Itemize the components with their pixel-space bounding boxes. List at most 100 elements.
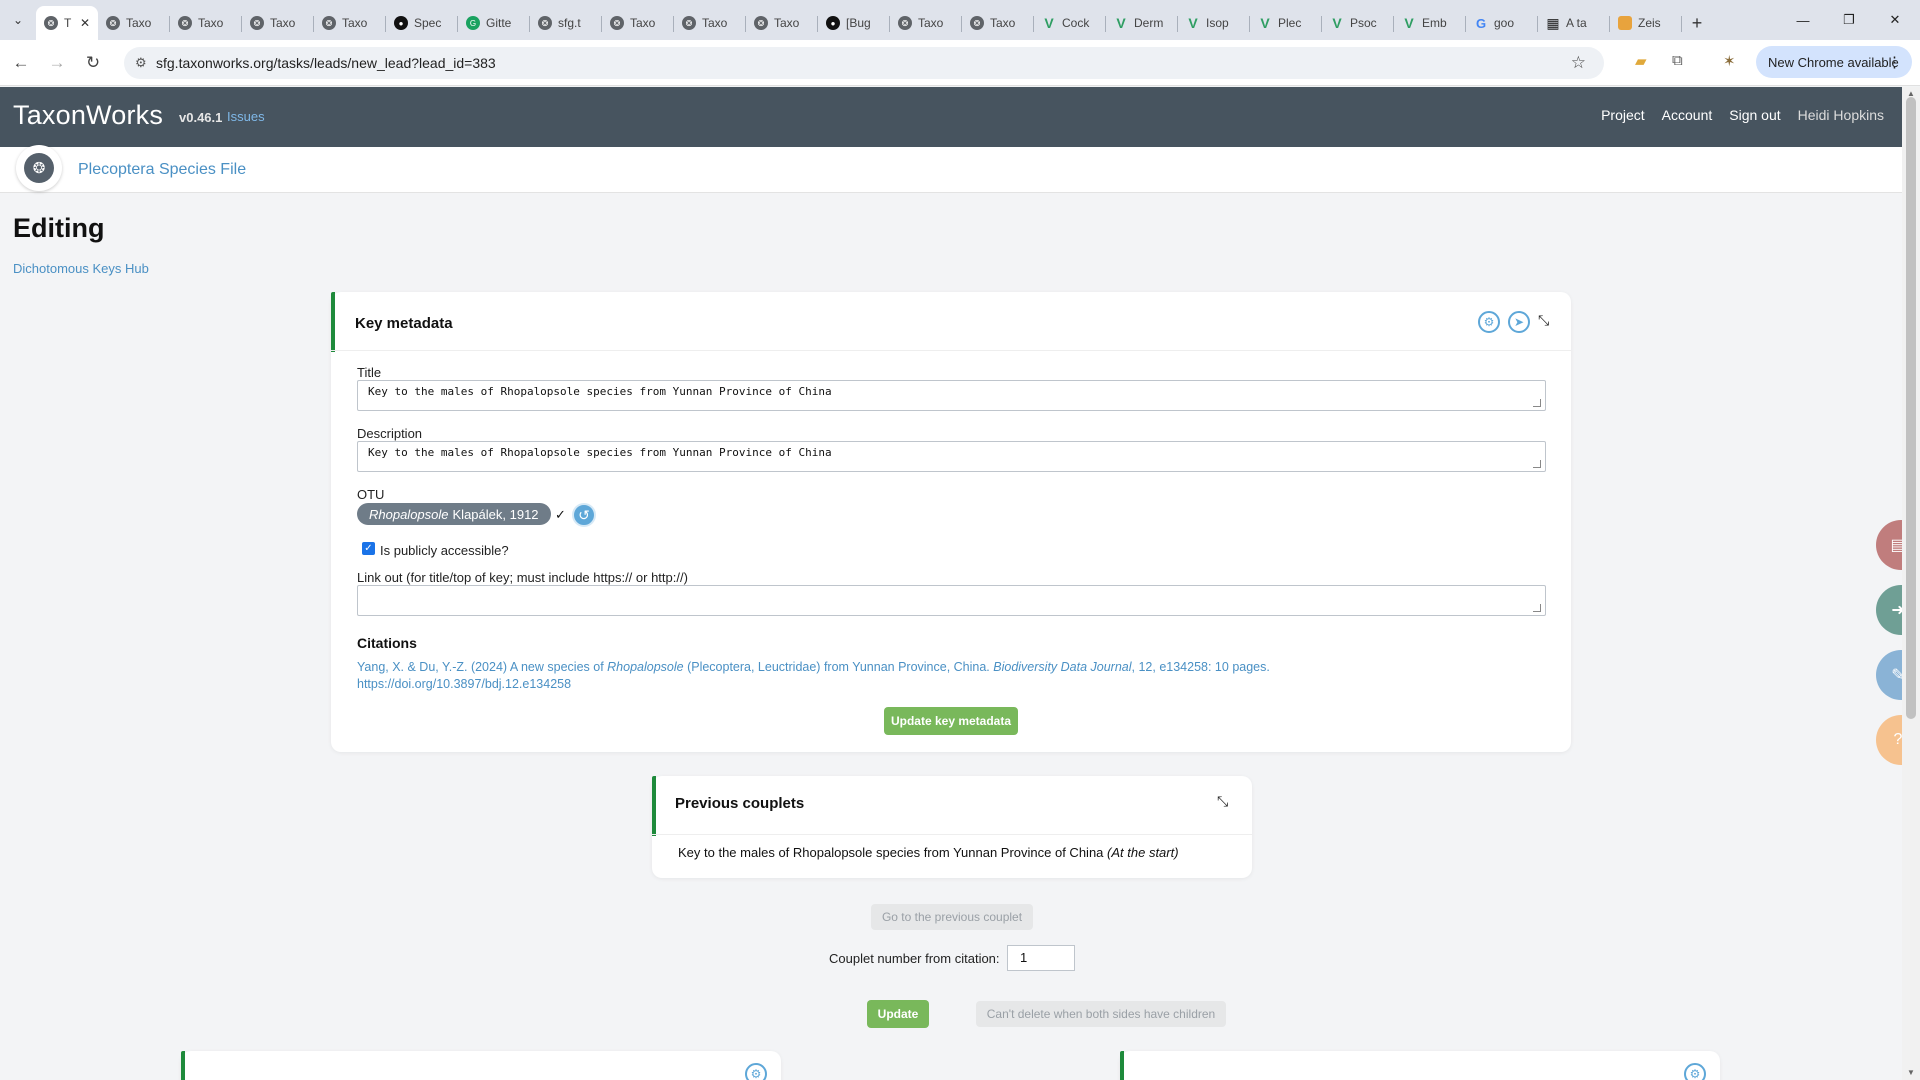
side-tab-clipboard[interactable]: ▤ — [1876, 520, 1902, 570]
go-previous-couplet-button[interactable]: Go to the previous couplet — [871, 904, 1033, 930]
update-key-metadata-button[interactable]: Update key metadata — [884, 707, 1018, 735]
reload-icon[interactable]: ↻ — [78, 48, 108, 78]
left-couplet-card: ⚙ — [181, 1051, 781, 1080]
browser-tab[interactable]: ❂ Taxo — [674, 6, 746, 40]
restore-icon[interactable]: ❐ — [1826, 0, 1872, 40]
browser-tab[interactable]: V Cock — [1034, 6, 1106, 40]
profile-extension-icon[interactable]: ✶ — [1723, 52, 1736, 70]
site-info-icon[interactable]: ⚙ — [135, 55, 147, 71]
citation-link[interactable]: Yang, X. & Du, Y.-Z. (2024) A new specie… — [357, 659, 1537, 693]
radial-annotator-icon[interactable]: ⚙ — [1684, 1063, 1706, 1080]
description-label: Description — [357, 426, 423, 441]
nav-sign-out[interactable]: Sign out — [1729, 107, 1780, 123]
folder-icon[interactable]: ▰ — [1635, 52, 1647, 70]
taxonworks-icon: ❂ — [178, 16, 192, 30]
update-button[interactable]: Update — [867, 1000, 929, 1028]
taxonworks-icon: ❂ — [754, 16, 768, 30]
description-field[interactable]: Key to the males of Rhopalopsole species… — [357, 441, 1546, 472]
public-checkbox[interactable]: ✓ — [362, 542, 375, 555]
browser-tab[interactable]: G Gitte — [458, 6, 530, 40]
browser-tab[interactable]: ❂ Taxo — [746, 6, 818, 40]
previous-couplet-item[interactable]: Key to the males of Rhopalopsole species… — [678, 845, 1179, 860]
collapse-icon[interactable]: ⤡ — [1538, 312, 1549, 329]
browser-tab[interactable]: ● Spec — [386, 6, 458, 40]
resize-handle-icon[interactable] — [1533, 399, 1541, 407]
browser-tab[interactable]: ❂ Taxo — [962, 6, 1034, 40]
citation-genus: Rhopalopsole — [607, 660, 684, 674]
github-icon: ● — [394, 16, 408, 30]
otu-tag[interactable]: Rhopalopsole Klapálek, 1912 — [357, 503, 551, 525]
browser-tab[interactable]: V Isop — [1178, 6, 1250, 40]
browser-tab[interactable]: Zeis — [1610, 6, 1682, 40]
browser-tab[interactable]: ❂ T ✕ — [36, 6, 98, 40]
tab-search-icon[interactable]: ⌄ — [0, 0, 36, 40]
side-tab-pin[interactable]: ➜ — [1876, 585, 1902, 635]
new-tab-button[interactable]: + — [1682, 6, 1712, 40]
couplet-number-input[interactable]: 1 — [1007, 945, 1075, 971]
title-field[interactable]: Key to the males of Rhopalopsole species… — [357, 380, 1546, 411]
v-icon: V — [1260, 15, 1270, 31]
more-menu-icon[interactable]: ⋮ — [1887, 53, 1902, 71]
citation-title: (Plecoptera, Leuctridae) from Yunnan Pro… — [683, 660, 994, 674]
new-chrome-available-button[interactable]: New Chrome available ⋮ — [1756, 46, 1912, 78]
nav-account[interactable]: Account — [1662, 107, 1713, 123]
minimize-icon[interactable]: — — [1780, 0, 1826, 40]
delete-button[interactable]: Can't delete when both sides have childr… — [976, 1001, 1226, 1027]
forward-icon[interactable]: → — [42, 48, 72, 78]
scroll-down-icon[interactable]: ▼ — [1907, 1068, 1915, 1077]
side-tab-link[interactable]: ✎ — [1876, 650, 1902, 700]
browser-tab[interactable]: Ggoo — [1466, 6, 1538, 40]
browser-tab[interactable]: ▦ A ta — [1538, 6, 1610, 40]
tab-label: T — [64, 16, 72, 30]
radial-annotator-icon[interactable]: ⚙ — [745, 1063, 767, 1080]
browser-tab[interactable]: ❂ Taxo — [98, 6, 170, 40]
right-couplet-card: ⚙ — [1120, 1051, 1720, 1080]
back-icon[interactable]: ← — [6, 48, 36, 78]
radial-annotator-icon[interactable]: ⚙ — [1478, 311, 1500, 333]
otu-author: Klapálek, 1912 — [452, 506, 539, 522]
tab-label: Cock — [1062, 16, 1090, 30]
collapse-icon[interactable]: ⤡ — [1217, 793, 1228, 810]
resize-handle-icon[interactable] — [1533, 460, 1541, 468]
scroll-thumb[interactable] — [1906, 97, 1916, 719]
tab-label: goo — [1494, 16, 1515, 30]
tab-label: Spec — [414, 16, 442, 30]
nav-project[interactable]: Project — [1601, 107, 1645, 123]
browser-tab[interactable]: V Derm — [1106, 6, 1178, 40]
browser-tab[interactable]: ❂ Taxo — [242, 6, 314, 40]
project-name[interactable]: Plecoptera Species File — [78, 161, 246, 179]
browser-tab-strip: ⌄ ❂ T ✕ ❂ Taxo ❂ Taxo ❂ Taxo ❂ Taxo ● Spec G Gitte ❂ sfg… — [0, 0, 1920, 40]
dichotomous-keys-hub-link[interactable]: Dichotomous Keys Hub — [13, 261, 149, 276]
citation-journal: Biodiversity Data Journal — [993, 660, 1132, 674]
otu-label: OTU — [357, 487, 385, 502]
clipboard-icon: ▤ — [1890, 537, 1902, 554]
resize-handle-icon[interactable] — [1533, 604, 1541, 612]
browser-tab[interactable]: ❂ Taxo — [170, 6, 242, 40]
browser-tab[interactable]: ❂ Taxo — [314, 6, 386, 40]
taxonworks-icon: ❂ — [682, 16, 696, 30]
browser-tab[interactable]: ❂ sfg.t — [530, 6, 602, 40]
browser-tab[interactable]: ● [Bug — [818, 6, 890, 40]
browser-tab[interactable]: V Psoc — [1322, 6, 1394, 40]
side-tab-help[interactable]: ? — [1876, 715, 1902, 765]
tab-close-icon[interactable]: ✕ — [80, 16, 90, 30]
browser-tab[interactable]: ❂ Taxo — [602, 6, 674, 40]
citation-doi[interactable]: https://doi.org/10.3897/bdj.12.e134258 — [357, 677, 571, 691]
project-logo[interactable]: ❂ — [16, 145, 62, 191]
extensions-icon[interactable]: ⧉ — [1672, 52, 1683, 69]
browser-tab[interactable]: V Plec — [1250, 6, 1322, 40]
browser-tab[interactable]: V Emb — [1394, 6, 1466, 40]
browser-tab[interactable]: ❂ Taxo — [890, 6, 962, 40]
bookmark-star-icon[interactable]: ☆ — [1571, 53, 1586, 73]
address-bar[interactable]: ⚙ sfg.taxonworks.org/tasks/leads/new_lea… — [124, 47, 1604, 79]
reset-otu-icon[interactable]: ↺ — [572, 503, 596, 527]
radial-navigator-icon[interactable]: ➤ — [1508, 311, 1530, 333]
linkout-field[interactable] — [357, 585, 1546, 616]
page-scrollbar[interactable]: ▲ ▼ — [1902, 87, 1920, 1080]
taxonworks-icon: ❂ — [322, 16, 336, 30]
brand-logo[interactable]: TaxonWorks — [13, 100, 163, 131]
close-window-icon[interactable]: ✕ — [1872, 0, 1918, 40]
version-label: v0.46.1 — [179, 110, 223, 125]
issues-link[interactable]: Issues — [227, 109, 265, 124]
nav-user[interactable]: Heidi Hopkins — [1798, 107, 1884, 123]
